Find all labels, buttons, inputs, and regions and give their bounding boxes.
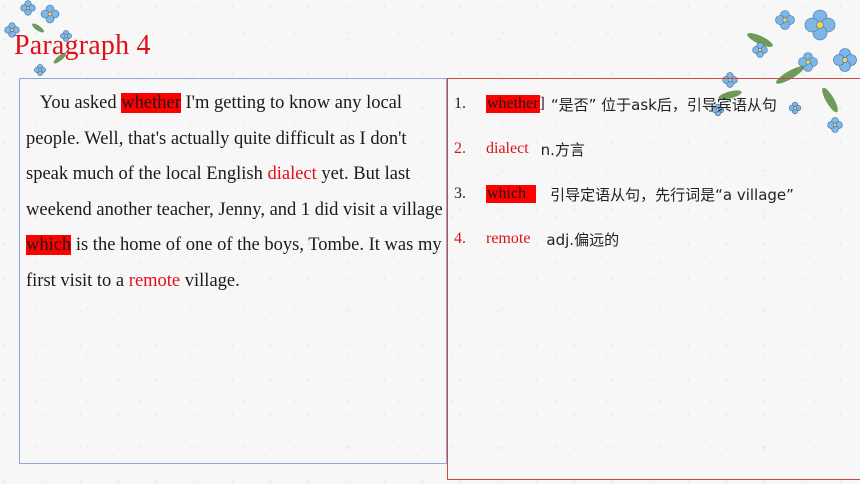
keyword-dialect: dialect [267,164,317,184]
passage-text-1: You asked [39,93,122,113]
vocab-word-whether: whether [486,95,540,113]
passage-indent [26,93,40,113]
vocab-item-remote: 4. remote adj.偏远的 [454,225,619,253]
vocab-word-which: which [486,185,537,203]
vocab-item-dialect: 2. dialect n.方言 [454,135,585,163]
vocab-number: 2. [454,140,466,157]
vocab-word-dialect: dialect [486,140,529,157]
vocab-definition: adj.偏远的 [546,230,620,249]
vocab-item-whether: 1. whether] “是否” 位于ask后，引导宾语从句 [454,90,777,118]
vocab-definition: “是否” 位于ask后，引导宾语从句 [550,95,777,114]
highlight-which: which [26,235,72,255]
vocab-number: 1. [454,95,466,112]
vocab-number: 4. [454,230,466,247]
page-title: Paragraph 4 [14,30,151,61]
vocab-definition: 引导定语从句，先行词是“a village” [550,185,794,204]
vocab-number: 3. [454,185,466,202]
highlight-whether: whether [121,93,181,113]
vocab-definition: n.方言 [540,140,585,159]
vocab-item-which: 3. which 引导定语从句，先行词是“a village” [454,180,794,208]
passage-text-5: village. [180,270,240,291]
vocab-bracket: ] [539,95,545,112]
passage-text: You asked whether I'm getting to know an… [26,86,446,299]
vocab-word-remote: remote [486,230,531,247]
keyword-remote: remote [128,270,181,291]
